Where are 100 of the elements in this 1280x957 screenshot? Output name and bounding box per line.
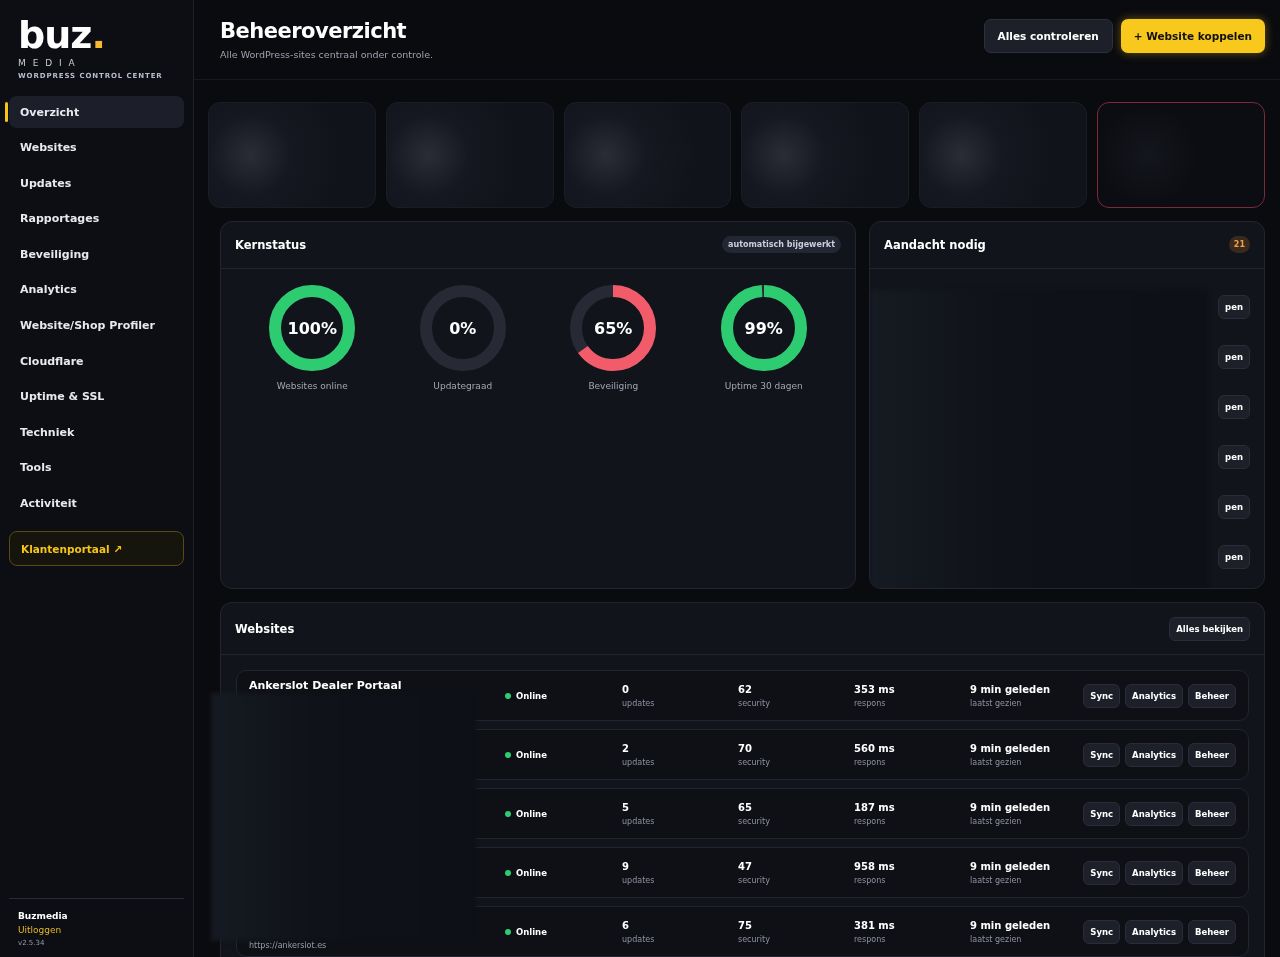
metric-label: security	[738, 816, 771, 826]
metric-value: 0	[622, 683, 630, 695]
row-action-button[interactable]: Sync	[1083, 683, 1121, 708]
metric-value: 958 ms	[854, 860, 896, 872]
site-url: https://ankerslot.es	[249, 941, 328, 950]
nav-item[interactable]: Websites	[9, 131, 184, 164]
gauge-label: Uptime 30 dagen	[724, 381, 803, 391]
open-button[interactable]: pen	[1218, 545, 1250, 569]
nav-item[interactable]: Tools	[9, 451, 184, 484]
count-badge: 21	[1228, 236, 1250, 254]
gauge-label: Beveiliging	[588, 381, 639, 391]
nav-item[interactable]: Beveiliging	[9, 238, 184, 271]
metric-label: laatst gezien	[970, 698, 1023, 708]
view-all-button[interactable]: Alles bekijken	[1169, 616, 1250, 641]
metric-label: laatst gezien	[970, 816, 1023, 826]
gauge-value: 0%	[449, 318, 477, 338]
user-name: Buzmedia	[18, 911, 69, 921]
metric-label: security	[738, 934, 771, 944]
metric-value: 2	[622, 742, 630, 754]
metric-label: security	[738, 757, 771, 767]
open-button[interactable]: pen	[1218, 395, 1250, 419]
status-label: Online	[505, 690, 622, 701]
status-label: Online	[505, 867, 622, 878]
status-label: Online	[505, 749, 622, 760]
active-indicator	[5, 102, 8, 122]
metric-value: 65	[738, 801, 753, 813]
card-title: Kernstatus	[235, 238, 306, 252]
nav-item[interactable]: Cloudflare	[9, 345, 184, 378]
row-action-button[interactable]: Beheer	[1187, 801, 1236, 826]
open-button[interactable]: pen	[1218, 445, 1250, 469]
add-website-button[interactable]: + Website koppelen	[1120, 18, 1265, 53]
open-button[interactable]: pen	[1218, 345, 1250, 369]
metric-label: respons	[854, 698, 887, 708]
gauge-label: Websites online	[276, 381, 348, 391]
row-action-button[interactable]: Beheer	[1187, 860, 1236, 885]
row-action-button[interactable]: Sync	[1083, 860, 1121, 885]
row-action-button[interactable]: Beheer	[1187, 683, 1236, 708]
row-action-button[interactable]: Analytics	[1125, 919, 1183, 944]
portal-link[interactable]: Klantenportaal ↗	[9, 531, 184, 567]
metric-value: 9 min geleden	[970, 742, 1052, 754]
metric-label: respons	[854, 757, 887, 767]
card-title: Aandacht nodig	[884, 238, 986, 252]
status-label: Online	[505, 926, 622, 937]
metric-value: 353 ms	[854, 683, 896, 695]
row-action-button[interactable]: Beheer	[1187, 919, 1236, 944]
brand-subtitle: M E D I A	[17, 58, 78, 68]
nav-item[interactable]: Rapportages	[9, 202, 184, 235]
metric-value: 187 ms	[854, 801, 896, 813]
metric-value: 6	[622, 919, 630, 931]
row-action-button[interactable]: Analytics	[1125, 801, 1183, 826]
nav-item[interactable]: Activiteit	[9, 487, 184, 520]
metric-value: 5	[622, 801, 630, 813]
metric-value: 9	[622, 860, 630, 872]
gauge-value: 65%	[594, 318, 633, 338]
logout-link[interactable]: Uitloggen	[18, 925, 175, 935]
gauge-value: 100%	[287, 318, 337, 338]
nav-item[interactable]: Website/Shop Profiler	[9, 309, 184, 342]
metric-label: respons	[854, 816, 887, 826]
metric-label: laatst gezien	[970, 875, 1023, 885]
metric-value: 75	[738, 919, 753, 931]
page-subtitle: Alle WordPress-sites centraal onder controle.	[220, 49, 434, 60]
metric-value: 560 ms	[854, 742, 896, 754]
gauge-value: 99%	[744, 318, 783, 338]
row-action-button[interactable]: Analytics	[1125, 742, 1183, 767]
metric-value: 70	[738, 742, 753, 754]
open-button[interactable]: pen	[1218, 495, 1250, 519]
auto-update-tag: automatisch bijgewerkt	[722, 236, 841, 254]
metric-label: security	[738, 698, 771, 708]
metric-label: updates	[622, 875, 656, 885]
metric-value: 62	[738, 683, 753, 695]
nav-item[interactable]: Uptime & SSL	[9, 380, 184, 413]
metric-label: laatst gezien	[970, 934, 1023, 944]
row-action-button[interactable]: Analytics	[1125, 860, 1183, 885]
gauge-label: Updategraad	[433, 381, 493, 391]
nav-item[interactable]: Analytics	[9, 273, 184, 306]
metric-label: updates	[622, 816, 656, 826]
row-action-button[interactable]: Sync	[1083, 801, 1121, 826]
metric-value: 9 min geleden	[970, 683, 1052, 695]
site-name: Ankerslot Dealer Portaal	[249, 679, 403, 692]
card-title: Websites	[235, 621, 295, 636]
row-action-button[interactable]: Analytics	[1125, 683, 1183, 708]
metric-value: 9 min geleden	[970, 860, 1052, 872]
nav-item[interactable]: Updates	[9, 167, 184, 200]
brand-logo: buz.	[17, 16, 106, 54]
metric-label: security	[738, 875, 771, 885]
row-action-button[interactable]: Sync	[1083, 919, 1121, 944]
metric-value: 9 min geleden	[970, 801, 1052, 813]
open-button[interactable]: pen	[1218, 295, 1250, 319]
metric-label: respons	[854, 934, 887, 944]
metric-value: 9 min geleden	[970, 919, 1052, 931]
metric-label: respons	[854, 875, 887, 885]
nav-item[interactable]: Techniek	[9, 416, 184, 449]
status-label: Online	[505, 808, 622, 819]
check-all-button[interactable]: Alles controleren	[983, 18, 1113, 53]
row-action-button[interactable]: Sync	[1083, 742, 1121, 767]
metric-label: updates	[622, 698, 656, 708]
row-action-button[interactable]: Beheer	[1187, 742, 1236, 767]
metric-label: updates	[622, 934, 656, 944]
page-title: Beheeroverzicht	[220, 19, 408, 43]
metric-value: 47	[738, 860, 753, 872]
